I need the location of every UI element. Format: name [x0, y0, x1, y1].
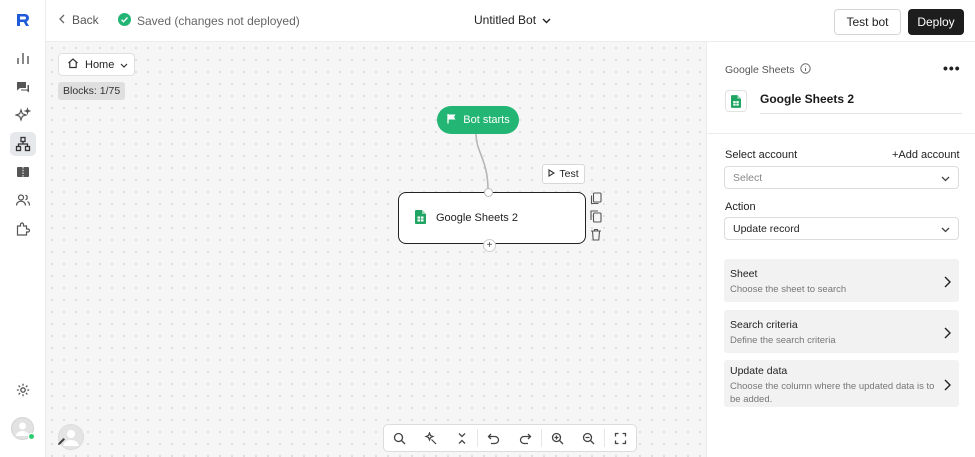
- chevron-right-icon: [944, 275, 951, 293]
- google-sheets-node[interactable]: Google Sheets 2: [398, 192, 586, 244]
- bot-name: Untitled Bot: [474, 13, 537, 27]
- chat-icon[interactable]: [10, 75, 36, 99]
- card-title: Search criteria: [730, 319, 798, 331]
- card-title: Update data: [730, 365, 788, 377]
- save-status-text: Saved (changes not deployed): [137, 14, 300, 28]
- delete-icon[interactable]: [590, 228, 606, 246]
- analytics-icon[interactable]: [10, 46, 36, 70]
- account-select[interactable]: Select: [724, 166, 959, 189]
- card-description: Choose the sheet to search: [730, 284, 847, 295]
- properties-panel: Google Sheets ••• Google Sheets 2 Select…: [706, 42, 975, 457]
- bot-name-dropdown[interactable]: Untitled Bot: [474, 13, 551, 27]
- search-criteria-card[interactable]: Search criteria Define the search criter…: [724, 310, 959, 353]
- sparkles-icon[interactable]: [10, 103, 36, 127]
- tickets-icon[interactable]: [10, 160, 36, 184]
- users-icon[interactable]: [10, 188, 36, 212]
- collapse-icon[interactable]: [446, 425, 477, 451]
- action-select-value: Update record: [733, 222, 800, 235]
- card-description: Define the search criteria: [730, 335, 836, 346]
- back-button[interactable]: Back: [58, 13, 99, 27]
- action-label: Action: [725, 201, 756, 213]
- bot-avatar[interactable]: [58, 424, 84, 450]
- connector-line: [475, 133, 489, 191]
- account-select-value: Select: [733, 171, 763, 184]
- pencil-icon[interactable]: [57, 433, 66, 451]
- save-status: Saved (changes not deployed): [118, 13, 300, 29]
- fullscreen-icon[interactable]: [605, 425, 636, 451]
- panel-divider: [707, 133, 975, 134]
- zoom-out-icon[interactable]: [573, 425, 604, 451]
- check-circle-icon: [118, 13, 131, 29]
- more-options-icon[interactable]: •••: [943, 60, 961, 76]
- chevron-left-icon: [58, 13, 66, 27]
- settings-icon[interactable]: [10, 378, 36, 402]
- zoom-in-icon[interactable]: [542, 425, 573, 451]
- brand-logo-icon[interactable]: [10, 8, 36, 32]
- test-label: Test: [559, 168, 579, 180]
- flag-icon: [446, 113, 457, 127]
- magic-wand-icon[interactable]: [415, 425, 446, 451]
- select-account-label: Select account: [725, 149, 798, 161]
- google-sheets-icon: [415, 209, 426, 227]
- bot-starts-label: Bot starts: [463, 114, 510, 126]
- chevron-right-icon: [944, 326, 951, 344]
- card-title: Sheet: [730, 268, 758, 280]
- play-icon: [548, 168, 556, 180]
- card-description: Choose the column where the updated data…: [730, 381, 935, 405]
- node-name-field[interactable]: Google Sheets 2: [760, 92, 962, 114]
- update-data-card[interactable]: Update data Choose the column where the …: [724, 360, 959, 407]
- chevron-down-icon: [941, 173, 950, 185]
- bot-starts-node[interactable]: Bot starts: [437, 106, 519, 134]
- test-node-button[interactable]: Test: [542, 164, 585, 184]
- test-bot-button[interactable]: Test bot: [834, 9, 901, 35]
- copy-icon[interactable]: [590, 210, 606, 228]
- sheet-card[interactable]: Sheet Choose the sheet to search: [724, 259, 959, 302]
- action-select[interactable]: Update record: [724, 217, 959, 240]
- canvas-toolbar: [383, 424, 637, 452]
- panel-title: Google Sheets: [725, 63, 812, 77]
- chevron-down-icon: [941, 224, 950, 236]
- chevron-down-icon: [542, 13, 551, 27]
- input-port[interactable]: [483, 187, 493, 197]
- left-nav-rail: [0, 0, 46, 457]
- avatar[interactable]: [11, 417, 35, 440]
- online-status-dot: [28, 433, 35, 440]
- flow-canvas[interactable]: Home Blocks: 1/75 Bot starts Test Google…: [46, 42, 706, 457]
- panel-title-text: Google Sheets: [725, 64, 795, 76]
- add-account-link[interactable]: +Add account: [892, 149, 960, 161]
- google-sheets-icon: [725, 90, 747, 112]
- redo-icon[interactable]: [509, 425, 540, 451]
- deploy-button[interactable]: Deploy: [908, 9, 964, 35]
- add-block-port[interactable]: +: [483, 239, 496, 252]
- back-label: Back: [72, 13, 99, 27]
- undo-icon[interactable]: [478, 425, 509, 451]
- clone-icon[interactable]: [590, 192, 606, 210]
- node-label: Google Sheets 2: [436, 212, 518, 224]
- flow-icon[interactable]: [10, 132, 36, 156]
- search-icon[interactable]: [384, 425, 415, 451]
- info-icon[interactable]: [800, 63, 812, 77]
- puzzle-icon[interactable]: [10, 217, 36, 241]
- node-actions: [590, 192, 606, 246]
- top-bar: Back Saved (changes not deployed) Untitl…: [46, 0, 975, 42]
- chevron-right-icon: [944, 378, 951, 396]
